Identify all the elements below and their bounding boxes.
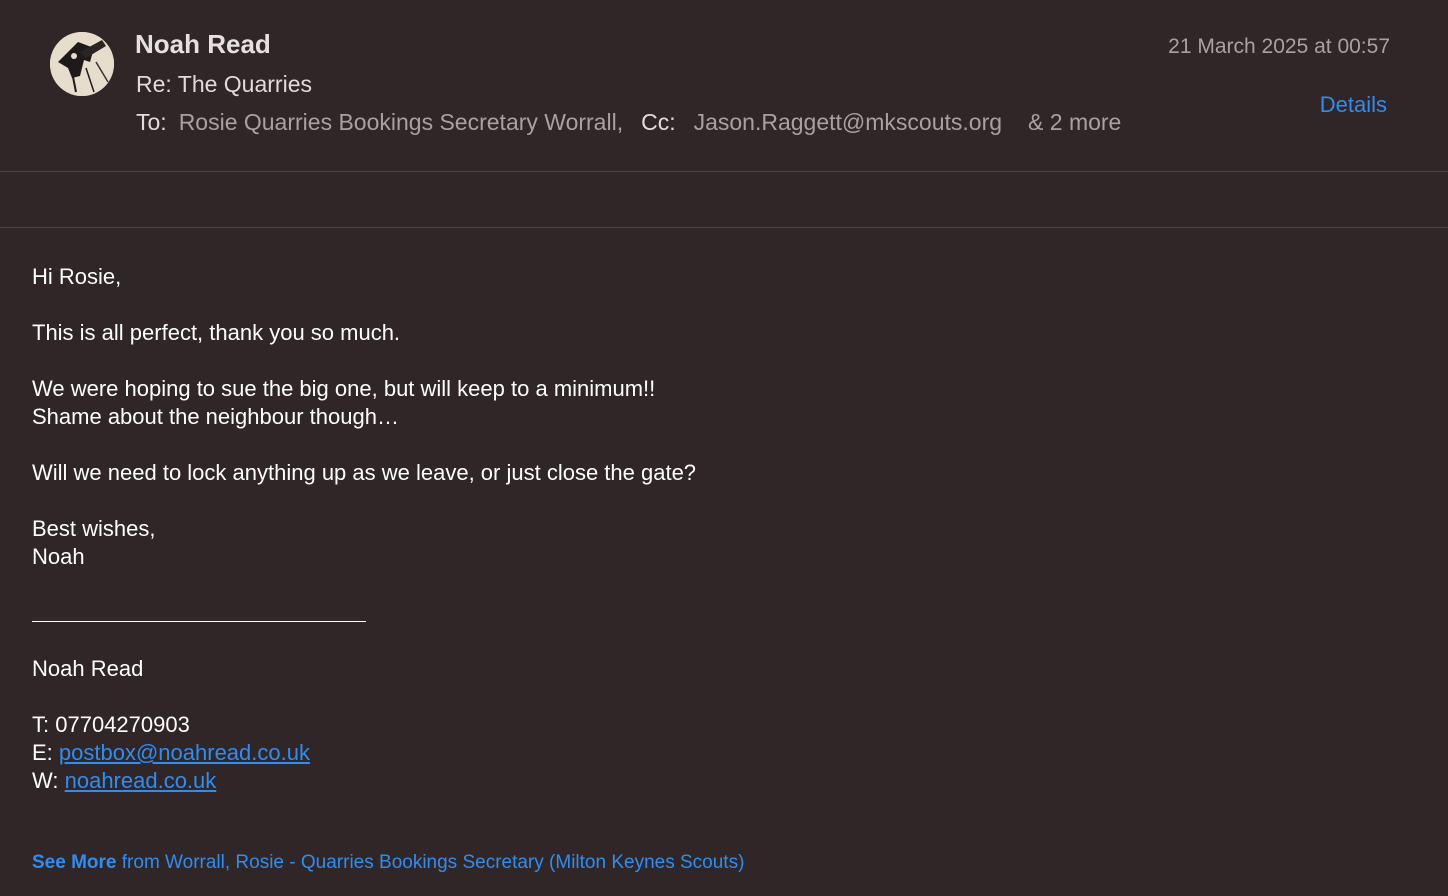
see-more-row: See More from Worrall, Rosie - Quarries …	[32, 852, 744, 874]
cc-recipient[interactable]: Jason.Raggett@mkscouts.org	[694, 109, 1002, 135]
email-date: 21 March 2025 at 00:57	[1168, 35, 1390, 58]
phone-number: 07704270903	[55, 712, 190, 737]
to-label: To:	[136, 109, 167, 135]
greeting: Hi Rosie,	[32, 264, 122, 289]
paragraph-1: This is all perfect, thank you so much.	[32, 320, 401, 345]
recipients-row: To: Rosie Quarries Bookings Secretary Wor…	[136, 109, 1121, 136]
email-label: E:	[32, 740, 53, 765]
see-more-text[interactable]: from Worrall, Rosie - Quarries Bookings …	[122, 852, 745, 873]
web-label: W:	[32, 768, 59, 793]
paragraph-2-line-2: Shame about the neighbour though…	[32, 404, 399, 429]
signature-divider	[32, 621, 366, 622]
email-subject: Re: The Quarries	[136, 71, 312, 97]
message-header: Noah Read Re: The Quarries To: Rosie Quar…	[0, 0, 1448, 172]
email-link[interactable]: postbox@noahread.co.uk	[59, 740, 310, 765]
email-body: Hi Rosie, This is all perfect, thank you…	[32, 263, 1412, 795]
phone-label: T:	[32, 712, 50, 737]
web-link[interactable]: noahread.co.uk	[65, 768, 217, 793]
signoff-name: Noah	[32, 544, 85, 569]
paragraph-3: Will we need to lock anything up as we l…	[32, 460, 697, 485]
signature-web: W: noahread.co.uk	[32, 767, 1412, 795]
sender-avatar-icon	[50, 32, 114, 96]
see-more-button[interactable]: See More	[32, 852, 116, 873]
to-recipient[interactable]: Rosie Quarries Bookings Secretary Worral…	[179, 109, 623, 135]
signature-phone: T: 07704270903	[32, 711, 1412, 739]
paragraph-2-line-1: We were hoping to sue the big one, but w…	[32, 376, 656, 401]
header-divider	[0, 227, 1448, 228]
more-recipients[interactable]: & 2 more	[1028, 109, 1121, 135]
sender-avatar[interactable]	[50, 32, 114, 96]
sender-name[interactable]: Noah Read	[135, 29, 271, 60]
details-button[interactable]: Details	[1320, 92, 1387, 118]
cc-label: Cc:	[641, 109, 676, 135]
signature-name: Noah Read	[32, 656, 144, 681]
signature-email: E: postbox@noahread.co.uk	[32, 739, 1412, 767]
signoff: Best wishes,	[32, 516, 156, 541]
